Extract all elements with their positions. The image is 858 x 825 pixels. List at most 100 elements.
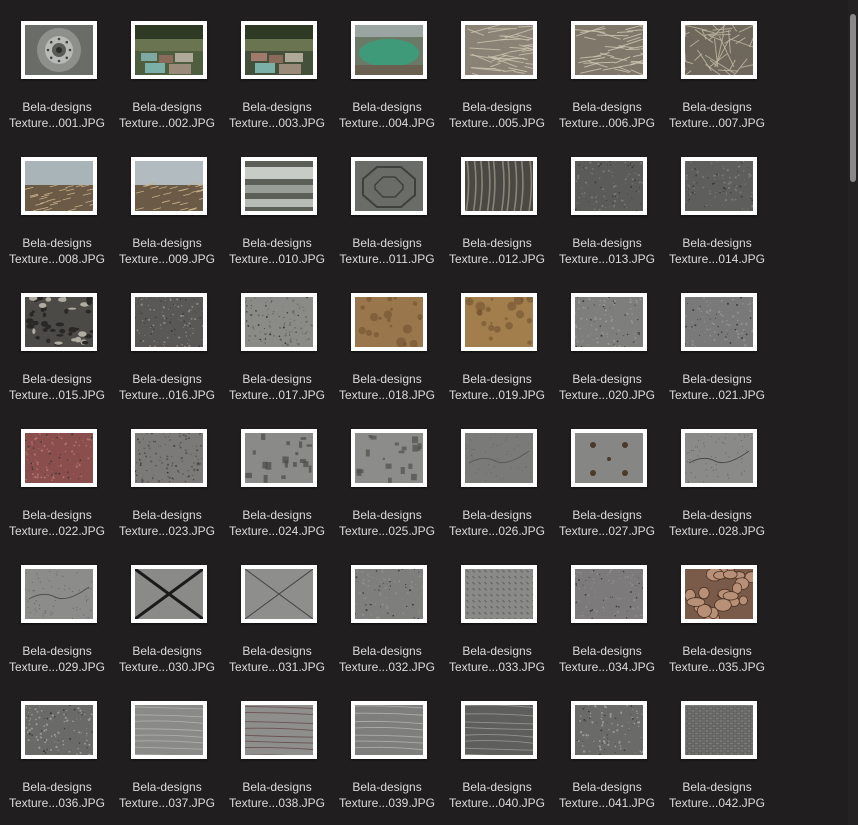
file-item[interactable]: Bela-designs Texture...002.JPG — [112, 0, 222, 136]
file-item[interactable]: Bela-designs Texture...032.JPG — [332, 544, 442, 680]
file-thumbnail[interactable] — [681, 429, 757, 487]
file-name-label[interactable]: Bela-designs Texture...006.JPG — [552, 99, 662, 131]
file-name-label[interactable]: Bela-designs Texture...041.JPG — [552, 779, 662, 811]
file-name-label[interactable]: Bela-designs Texture...023.JPG — [112, 507, 222, 539]
file-name-label[interactable]: Bela-designs Texture...032.JPG — [332, 643, 442, 675]
file-name-label[interactable]: Bela-designs Texture...022.JPG — [2, 507, 112, 539]
file-item[interactable]: Bela-designs Texture...023.JPG — [112, 408, 222, 544]
file-thumbnail[interactable] — [681, 157, 757, 215]
file-item[interactable]: Bela-designs Texture...010.JPG — [222, 136, 332, 272]
file-thumbnail[interactable] — [681, 293, 757, 351]
file-name-label[interactable]: Bela-designs Texture...009.JPG — [112, 235, 222, 267]
file-thumbnail[interactable] — [351, 293, 427, 351]
file-name-label[interactable]: Bela-designs Texture...027.JPG — [552, 507, 662, 539]
file-item[interactable]: Bela-designs Texture...025.JPG — [332, 408, 442, 544]
file-thumbnail[interactable] — [351, 157, 427, 215]
file-thumbnail[interactable] — [21, 293, 97, 351]
file-thumbnail[interactable] — [351, 429, 427, 487]
file-thumbnail[interactable] — [241, 565, 317, 623]
file-thumbnail[interactable] — [351, 565, 427, 623]
file-item[interactable]: Bela-designs Texture...017.JPG — [222, 272, 332, 408]
file-name-label[interactable]: Bela-designs Texture...024.JPG — [222, 507, 332, 539]
file-name-label[interactable]: Bela-designs Texture...014.JPG — [662, 235, 772, 267]
file-thumbnail[interactable] — [21, 21, 97, 79]
file-item[interactable]: Bela-designs Texture...027.JPG — [552, 408, 662, 544]
file-thumbnail[interactable] — [351, 701, 427, 759]
file-name-label[interactable]: Bela-designs Texture...036.JPG — [2, 779, 112, 811]
file-item[interactable]: Bela-designs Texture...030.JPG — [112, 544, 222, 680]
file-name-label[interactable]: Bela-designs Texture...003.JPG — [222, 99, 332, 131]
file-name-label[interactable]: Bela-designs Texture...040.JPG — [442, 779, 552, 811]
file-thumbnail[interactable] — [21, 157, 97, 215]
file-name-label[interactable]: Bela-designs Texture...011.JPG — [332, 235, 442, 267]
file-item[interactable]: Bela-designs Texture...009.JPG — [112, 136, 222, 272]
file-name-label[interactable]: Bela-designs Texture...030.JPG — [112, 643, 222, 675]
file-thumbnail[interactable] — [571, 565, 647, 623]
file-item[interactable]: Bela-designs Texture...021.JPG — [662, 272, 772, 408]
file-name-label[interactable]: Bela-designs Texture...012.JPG — [442, 235, 552, 267]
file-name-label[interactable]: Bela-designs Texture...004.JPG — [332, 99, 442, 131]
file-name-label[interactable]: Bela-designs Texture...017.JPG — [222, 371, 332, 403]
file-thumbnail[interactable] — [241, 21, 317, 79]
file-thumbnail[interactable] — [461, 429, 537, 487]
file-thumbnail[interactable] — [571, 21, 647, 79]
file-name-label[interactable]: Bela-designs Texture...037.JPG — [112, 779, 222, 811]
file-thumbnail[interactable] — [461, 157, 537, 215]
file-item[interactable]: Bela-designs Texture...018.JPG — [332, 272, 442, 408]
file-item[interactable]: Bela-designs Texture...022.JPG — [2, 408, 112, 544]
file-item[interactable]: Bela-designs Texture...037.JPG — [112, 680, 222, 816]
file-item[interactable]: Bela-designs Texture...016.JPG — [112, 272, 222, 408]
file-item[interactable]: Bela-designs Texture...036.JPG — [2, 680, 112, 816]
file-item[interactable]: Bela-designs Texture...038.JPG — [222, 680, 332, 816]
file-name-label[interactable]: Bela-designs Texture...010.JPG — [222, 235, 332, 267]
file-thumbnail[interactable] — [131, 701, 207, 759]
file-thumbnail[interactable] — [241, 157, 317, 215]
file-item[interactable]: Bela-designs Texture...035.JPG — [662, 544, 772, 680]
file-name-label[interactable]: Bela-designs Texture...033.JPG — [442, 643, 552, 675]
file-name-label[interactable]: Bela-designs Texture...002.JPG — [112, 99, 222, 131]
file-item[interactable]: Bela-designs Texture...020.JPG — [552, 272, 662, 408]
file-name-label[interactable]: Bela-designs Texture...021.JPG — [662, 371, 772, 403]
file-name-label[interactable]: Bela-designs Texture...016.JPG — [112, 371, 222, 403]
file-thumbnail[interactable] — [461, 565, 537, 623]
file-thumbnail[interactable] — [571, 701, 647, 759]
file-thumbnail[interactable] — [131, 429, 207, 487]
scrollbar-thumb[interactable] — [850, 14, 856, 182]
file-thumbnail[interactable] — [131, 565, 207, 623]
file-item[interactable]: Bela-designs Texture...005.JPG — [442, 0, 552, 136]
file-item[interactable]: Bela-designs Texture...006.JPG — [552, 0, 662, 136]
file-thumbnail[interactable] — [21, 565, 97, 623]
file-item[interactable]: Bela-designs Texture...007.JPG — [662, 0, 772, 136]
file-name-label[interactable]: Bela-designs Texture...034.JPG — [552, 643, 662, 675]
file-name-label[interactable]: Bela-designs Texture...029.JPG — [2, 643, 112, 675]
file-item[interactable]: Bela-designs Texture...042.JPG — [662, 680, 772, 816]
file-name-label[interactable]: Bela-designs Texture...019.JPG — [442, 371, 552, 403]
file-thumbnail[interactable] — [21, 701, 97, 759]
file-name-label[interactable]: Bela-designs Texture...001.JPG — [2, 99, 112, 131]
file-name-label[interactable]: Bela-designs Texture...005.JPG — [442, 99, 552, 131]
file-name-label[interactable]: Bela-designs Texture...013.JPG — [552, 235, 662, 267]
file-thumbnail[interactable] — [571, 293, 647, 351]
file-item[interactable]: Bela-designs Texture...004.JPG — [332, 0, 442, 136]
vertical-scrollbar[interactable] — [848, 0, 858, 825]
file-name-label[interactable]: Bela-designs Texture...026.JPG — [442, 507, 552, 539]
file-thumbnail[interactable] — [681, 21, 757, 79]
file-item[interactable]: Bela-designs Texture...039.JPG — [332, 680, 442, 816]
file-name-label[interactable]: Bela-designs Texture...018.JPG — [332, 371, 442, 403]
file-thumbnail[interactable] — [21, 429, 97, 487]
file-item[interactable]: Bela-designs Texture...026.JPG — [442, 408, 552, 544]
file-item[interactable]: Bela-designs Texture...033.JPG — [442, 544, 552, 680]
file-name-label[interactable]: Bela-designs Texture...031.JPG — [222, 643, 332, 675]
file-thumbnail[interactable] — [241, 293, 317, 351]
file-thumbnail[interactable] — [571, 157, 647, 215]
file-item[interactable]: Bela-designs Texture...029.JPG — [2, 544, 112, 680]
file-item[interactable]: Bela-designs Texture...040.JPG — [442, 680, 552, 816]
file-name-label[interactable]: Bela-designs Texture...008.JPG — [2, 235, 112, 267]
file-thumbnail[interactable] — [131, 157, 207, 215]
file-item[interactable]: Bela-designs Texture...014.JPG — [662, 136, 772, 272]
file-thumbnail[interactable] — [461, 21, 537, 79]
file-thumbnail[interactable] — [461, 701, 537, 759]
file-name-label[interactable]: Bela-designs Texture...042.JPG — [662, 779, 772, 811]
file-name-label[interactable]: Bela-designs Texture...015.JPG — [2, 371, 112, 403]
file-item[interactable]: Bela-designs Texture...015.JPG — [2, 272, 112, 408]
